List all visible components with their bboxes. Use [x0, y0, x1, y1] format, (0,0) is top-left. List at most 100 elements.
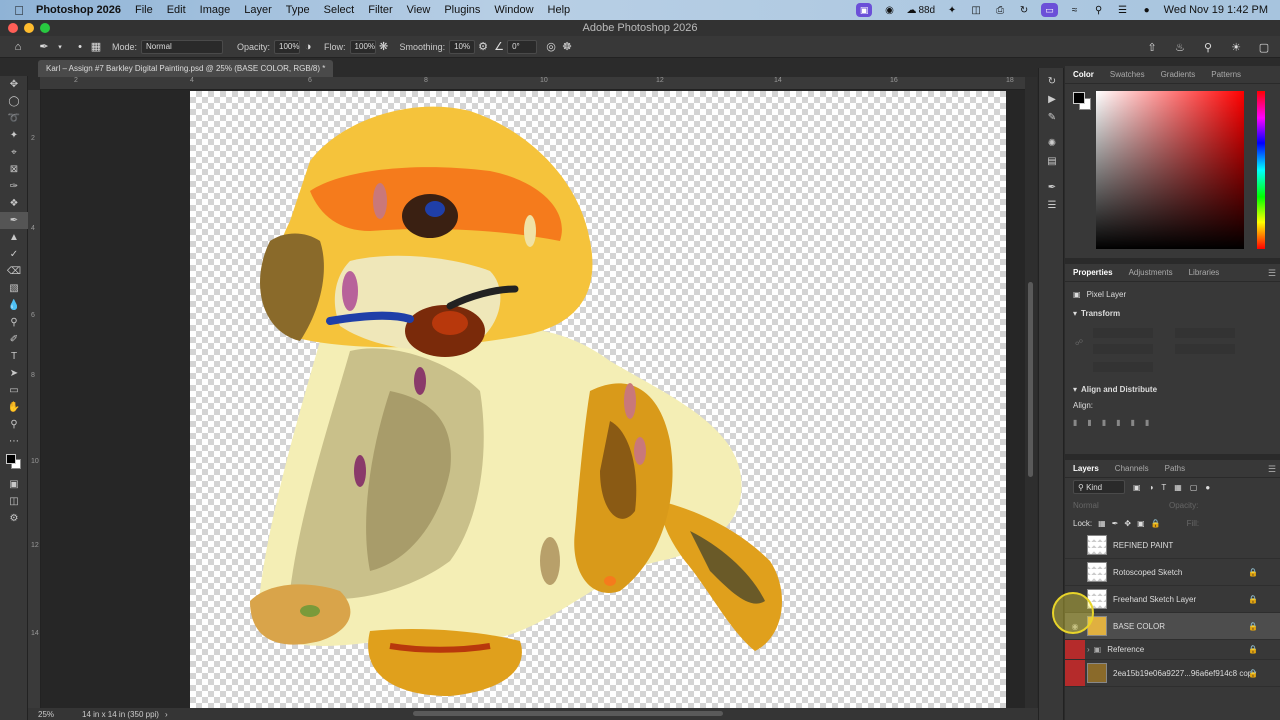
tab-adjustments[interactable]: Adjustments — [1121, 268, 1181, 277]
filter-adjustment-icon[interactable]: ◑ — [1149, 483, 1154, 492]
path-selection-tool-icon[interactable]: ➤ — [0, 365, 28, 382]
angle-field[interactable]: 0° — [507, 39, 538, 54]
layer-row-rotoscoped-sketch[interactable]: Rotoscoped Sketch 🔒 — [1065, 559, 1280, 586]
blur-tool-icon[interactable]: 💧 — [0, 297, 28, 314]
clock[interactable]: Wed Nov 19 1:42 PM — [1164, 4, 1268, 16]
menu-plugins[interactable]: Plugins — [444, 4, 480, 16]
pressure-opacity-icon[interactable]: ◑ — [300, 39, 316, 55]
home-icon[interactable]: ⌂ — [10, 39, 26, 55]
layer-row-base-color[interactable]: ◉ BASE COLOR 🔒 — [1065, 613, 1280, 640]
notifications-icon[interactable]: ♨ — [1172, 39, 1188, 55]
x-field[interactable] — [1175, 328, 1235, 338]
wifi-icon[interactable]: ≈ — [1068, 4, 1082, 16]
foreground-color-swatch[interactable] — [6, 454, 16, 464]
menu-window[interactable]: Window — [494, 4, 533, 16]
tab-paths[interactable]: Paths — [1157, 464, 1193, 473]
paint-panel-icon[interactable]: ✒ — [1039, 178, 1065, 196]
smoothing-field[interactable]: 10% — [449, 39, 476, 54]
close-window-button[interactable] — [8, 23, 18, 33]
display-icon[interactable]: ▭ — [1041, 3, 1058, 17]
brush-preset-icon[interactable]: • — [72, 39, 88, 55]
history-brush-tool-icon[interactable]: ✓ — [0, 246, 28, 263]
eraser-tool-icon[interactable]: ⌫ — [0, 263, 28, 280]
lasso-tool-icon[interactable]: ➰ — [0, 110, 28, 127]
lock-position-icon[interactable]: ✥ — [1124, 519, 1131, 528]
link-icon[interactable]: ☍ — [1075, 338, 1083, 347]
tab-libraries[interactable]: Libraries — [1181, 268, 1228, 277]
zoom-tool-icon[interactable]: ⚲ — [0, 416, 28, 433]
horizontal-scrollbar[interactable] — [413, 711, 723, 716]
minimize-window-button[interactable] — [24, 23, 34, 33]
layer-row-reference-copy[interactable]: 2ea15b19e06a9227...96a6ef914c8 copy 🔒 — [1065, 660, 1280, 687]
filter-pixel-icon[interactable]: ▣ — [1133, 483, 1141, 492]
menu-file[interactable]: File — [135, 4, 153, 16]
brush-settings-panel-icon[interactable]: ✺ — [1039, 134, 1065, 152]
smoothing-gear-icon[interactable]: ⚙ — [475, 39, 491, 55]
align-left-icon[interactable]: ▮ — [1073, 418, 1077, 427]
actions-panel-icon[interactable]: ▶ — [1039, 90, 1065, 108]
document-size[interactable]: 14 in x 14 in (350 ppi) — [82, 710, 159, 719]
crop-tool-icon[interactable]: ⌖ — [0, 144, 28, 161]
canvas-workspace[interactable] — [41, 90, 1025, 708]
creative-cloud-icon[interactable]: ◉ — [882, 4, 896, 16]
eyedropper-tool-icon[interactable]: ✑ — [0, 178, 28, 195]
screen-record-icon[interactable]: ▣ — [855, 3, 873, 17]
blend-mode-select[interactable]: Normal — [1073, 501, 1153, 510]
lock-all-icon[interactable]: 🔒 — [1151, 519, 1161, 528]
gradient-tool-icon[interactable]: ▧ — [0, 280, 28, 297]
menu-select[interactable]: Select — [324, 4, 355, 16]
comments-panel-icon[interactable]: ✎ — [1039, 108, 1065, 126]
align-top-icon[interactable]: ▮ — [1116, 418, 1120, 427]
edit-toolbar-icon[interactable]: ⚙ — [0, 510, 28, 527]
layer-filter-select[interactable]: ⚲ Kind — [1073, 480, 1125, 494]
opacity-field[interactable]: 100% — [274, 39, 301, 54]
search-icon[interactable]: ⚲ — [1200, 39, 1216, 55]
align-middle-icon[interactable]: ▮ — [1131, 418, 1135, 427]
tab-swatches[interactable]: Swatches — [1102, 70, 1153, 79]
chevron-right-icon[interactable]: › — [1087, 645, 1090, 654]
visibility-toggle[interactable] — [1065, 559, 1085, 586]
history-panel-icon[interactable]: ↻ — [1039, 72, 1065, 90]
mode-select[interactable]: Normal — [141, 39, 224, 54]
shield-icon[interactable]: ◫ — [969, 4, 983, 16]
magic-wand-tool-icon[interactable]: ✦ — [0, 127, 28, 144]
menu-view[interactable]: View — [407, 4, 431, 16]
height-field[interactable] — [1093, 344, 1153, 354]
discover-icon[interactable]: ☀ — [1228, 39, 1244, 55]
menu-image[interactable]: Image — [200, 4, 231, 16]
hue-slider[interactable] — [1257, 91, 1265, 249]
type-tool-icon[interactable]: T — [0, 348, 28, 365]
chevron-down-icon[interactable]: ▾ — [52, 39, 68, 55]
adjust-panel-icon[interactable]: ☰ — [1039, 196, 1065, 214]
airbrush-icon[interactable]: ❋ — [376, 39, 392, 55]
lock-artboard-icon[interactable]: ▣ — [1137, 519, 1145, 528]
menu-type[interactable]: Type — [286, 4, 310, 16]
tab-color[interactable]: Color — [1065, 70, 1102, 79]
align-section[interactable]: ▾ Align and Distribute — [1065, 380, 1280, 398]
marquee-tool-icon[interactable]: ◯ — [0, 93, 28, 110]
scrollbar-thumb[interactable] — [1028, 282, 1033, 477]
screen-mode-icon[interactable]: ◫ — [0, 493, 28, 510]
shape-tool-icon[interactable]: ▭ — [0, 382, 28, 399]
cloud-sync-icon[interactable]: ☁ 88d — [906, 4, 935, 16]
stamp-tool-icon[interactable]: ▲ — [0, 229, 28, 246]
workspace-icon[interactable]: ▢ — [1256, 39, 1272, 55]
clipboard-icon[interactable]: ⎙ — [993, 4, 1007, 16]
move-tool-icon[interactable]: ✥ — [0, 76, 28, 93]
brushes-panel-icon[interactable]: ▤ — [1039, 152, 1065, 170]
share-icon[interactable]: ⇧ — [1144, 39, 1160, 55]
healing-tool-icon[interactable]: ❖ — [0, 195, 28, 212]
color-swatches[interactable] — [0, 450, 28, 476]
menu-edit[interactable]: Edit — [167, 4, 186, 16]
search-icon[interactable]: ⚲ — [1092, 4, 1106, 16]
color-picker-field[interactable] — [1096, 91, 1244, 249]
brush-tool-icon[interactable]: ✒ — [36, 39, 52, 55]
filter-smart-icon[interactable]: ▢ — [1190, 483, 1198, 492]
tab-properties[interactable]: Properties — [1065, 268, 1121, 277]
apple-icon[interactable]:  — [12, 3, 26, 18]
visibility-toggle[interactable] — [1065, 532, 1085, 559]
lock-image-icon[interactable]: ✒ — [1112, 519, 1119, 528]
document-tab[interactable]: Karl – Assign #7 Barkley Digital Paintin… — [38, 60, 334, 77]
tab-layers[interactable]: Layers — [1065, 464, 1107, 473]
tab-patterns[interactable]: Patterns — [1203, 70, 1249, 79]
